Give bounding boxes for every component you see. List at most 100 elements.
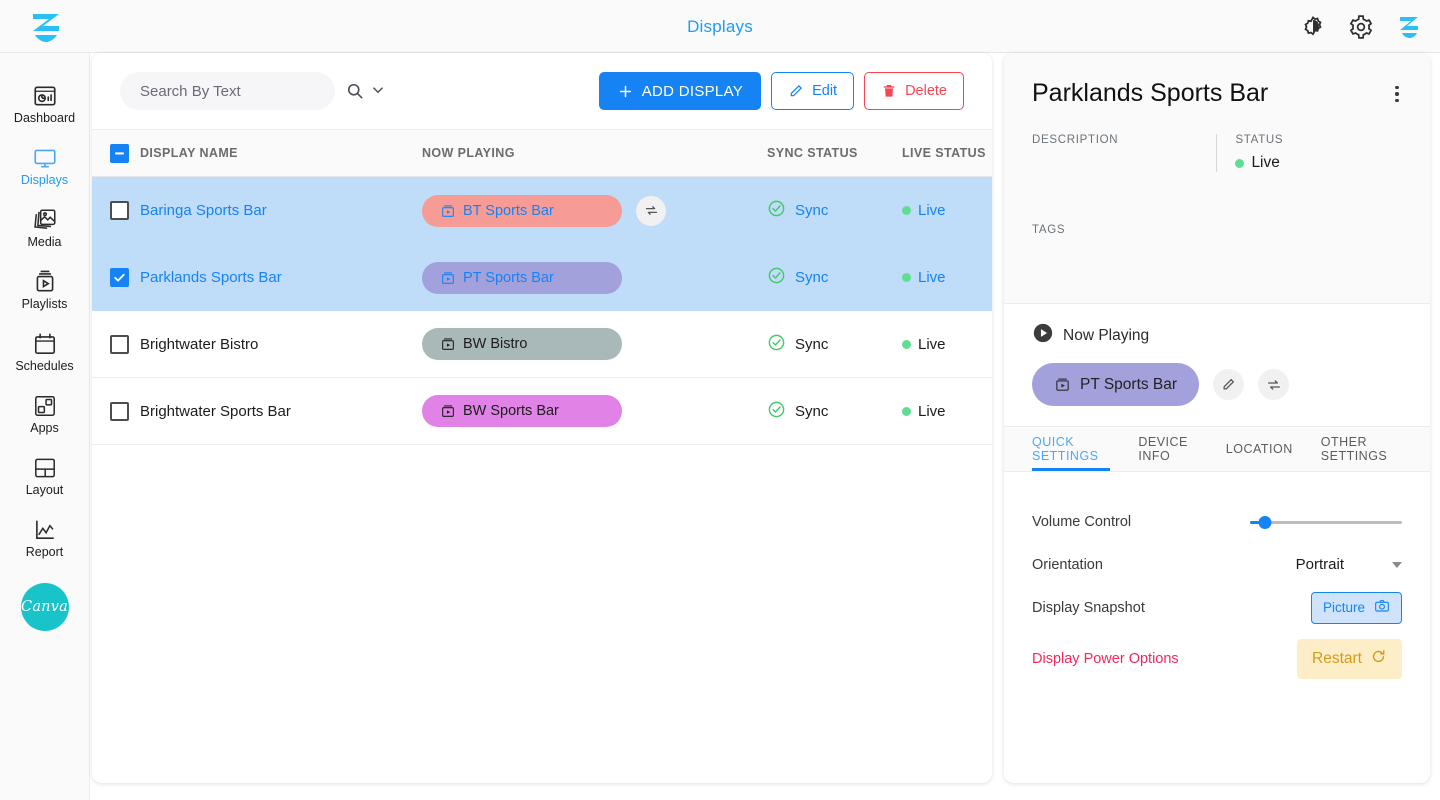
chevron-down-icon[interactable]: [369, 81, 389, 101]
row-checkbox[interactable]: [110, 201, 129, 220]
add-display-label: ADD DISPLAY: [642, 83, 743, 100]
table-row[interactable]: Brightwater Bistro BW Bistro Sync Live: [92, 311, 992, 378]
header-sync-status[interactable]: SYNC STATUS: [767, 146, 902, 160]
tab-quick-settings[interactable]: QUICK SETTINGS: [1032, 427, 1110, 471]
restart-button[interactable]: Restart: [1297, 639, 1402, 679]
more-vertical-icon[interactable]: [1386, 83, 1408, 105]
layout-icon: [32, 455, 58, 481]
live-status-label: Live: [918, 336, 946, 353]
delete-button[interactable]: Delete: [864, 72, 964, 110]
sidebar-item-playlists[interactable]: Playlists: [0, 259, 90, 321]
volume-slider[interactable]: [1250, 513, 1402, 531]
sync-status-label: Sync: [795, 336, 828, 353]
live-status-label: Live: [918, 269, 946, 286]
header-now-playing[interactable]: NOW PLAYING: [422, 146, 767, 160]
sync-status-cell[interactable]: Sync: [767, 266, 902, 289]
sync-check-icon: [767, 266, 786, 289]
display-name-cell[interactable]: Brightwater Bistro: [140, 336, 422, 353]
swap-button[interactable]: [636, 196, 666, 226]
list-toolbar: ADD DISPLAY Edit Delete: [92, 53, 992, 129]
sidebar-item-schedules[interactable]: Schedules: [0, 321, 90, 383]
playlist-chip-icon: [440, 336, 456, 352]
display-name-label: Parklands Sports Bar: [140, 269, 282, 286]
sidebar-item-report[interactable]: Report: [0, 507, 90, 569]
tab-other-settings[interactable]: OTHER SETTINGS: [1321, 427, 1402, 471]
volume-control-row: Volume Control: [1032, 500, 1402, 543]
table-row[interactable]: Parklands Sports Bar PT Sports Bar Sync Liv…: [92, 244, 992, 311]
sync-status-label: Sync: [795, 403, 828, 420]
display-name-cell[interactable]: Parklands Sports Bar: [140, 269, 422, 286]
orientation-select[interactable]: Portrait: [1296, 556, 1402, 573]
tags-label: TAGS: [1032, 224, 1402, 236]
playlist-icon: [32, 269, 58, 295]
orientation-label: Orientation: [1032, 557, 1216, 573]
orientation-slot: Portrait: [1216, 556, 1402, 573]
select-all-cell: [92, 144, 140, 163]
status-block: STATUS Live: [1216, 134, 1402, 172]
edit-button[interactable]: Edit: [771, 72, 854, 110]
live-status-label: Live: [918, 403, 946, 420]
edit-label: Edit: [812, 83, 837, 99]
canva-button[interactable]: Canva: [21, 583, 69, 631]
header-display-name[interactable]: DISPLAY NAME: [140, 146, 422, 160]
add-display-button[interactable]: ADD DISPLAY: [599, 72, 761, 110]
row-checkbox[interactable]: [110, 268, 129, 287]
sidebar-item-media[interactable]: Media: [0, 197, 90, 259]
display-name-cell[interactable]: Baringa Sports Bar: [140, 202, 422, 219]
orientation-row: Orientation Portrait: [1032, 543, 1402, 586]
sidebar-item-label: Layout: [26, 484, 64, 497]
now-playing-chip[interactable]: BW Bistro: [422, 328, 622, 360]
slider-thumb[interactable]: [1259, 516, 1272, 529]
now-playing-chip-label: BW Bistro: [463, 336, 527, 352]
sync-status-cell[interactable]: Sync: [767, 333, 902, 356]
now-playing-chip[interactable]: PT Sports Bar: [422, 262, 622, 294]
search-box[interactable]: [120, 72, 335, 110]
live-dot-icon: [902, 340, 911, 349]
select-all-checkbox[interactable]: [110, 144, 129, 163]
sync-status-cell[interactable]: Sync: [767, 400, 902, 423]
sync-status-cell[interactable]: Sync: [767, 199, 902, 222]
snapshot-label: Display Snapshot: [1032, 600, 1216, 616]
camera-icon: [1374, 598, 1390, 617]
brightness-icon[interactable]: [1300, 14, 1326, 40]
display-name-cell[interactable]: Brightwater Sports Bar: [140, 403, 422, 420]
search-icon[interactable]: [345, 81, 365, 101]
table-row[interactable]: Brightwater Sports Bar BW Sports Bar Sync L…: [92, 378, 992, 445]
now-playing-chip[interactable]: PT Sports Bar: [1032, 363, 1199, 406]
pencil-icon[interactable]: [1213, 369, 1244, 400]
picture-button[interactable]: Picture: [1311, 592, 1402, 624]
row-checkbox[interactable]: [110, 402, 129, 421]
display-name-label: Brightwater Sports Bar: [140, 403, 291, 420]
now-playing-chip[interactable]: BT Sports Bar: [422, 195, 622, 227]
swap-icon[interactable]: [1258, 369, 1289, 400]
sync-status-label: Sync: [795, 202, 828, 219]
gear-icon[interactable]: [1348, 14, 1374, 40]
now-playing-header: Now Playing: [1032, 322, 1402, 349]
now-playing-chip[interactable]: BW Sports Bar: [422, 395, 622, 427]
chart-line-icon: [32, 517, 58, 543]
live-status-label: Live: [918, 202, 946, 219]
search-input[interactable]: [138, 82, 341, 101]
table-header-row: DISPLAY NAME NOW PLAYING SYNC STATUS LIV…: [92, 129, 992, 177]
sidebar-item-layout[interactable]: Layout: [0, 445, 90, 507]
tab-location[interactable]: LOCATION: [1226, 427, 1293, 471]
refresh-icon: [1370, 648, 1387, 670]
status-label: STATUS: [1235, 134, 1402, 146]
restart-slot: Restart: [1216, 639, 1402, 679]
tab-device-info[interactable]: DEVICE INFO: [1138, 427, 1197, 471]
picture-label: Picture: [1323, 600, 1365, 615]
account-logo-icon[interactable]: [1396, 14, 1422, 40]
playlist-chip-icon: [1054, 376, 1071, 393]
table-row[interactable]: Baringa Sports BarBT Sports Bar Sync Live: [92, 177, 992, 244]
power-options-row: Display Power Options Restart: [1032, 637, 1402, 680]
volume-slot: [1216, 513, 1402, 531]
row-checkbox[interactable]: [110, 335, 129, 354]
now-playing-chip-label: PT Sports Bar: [1080, 376, 1177, 394]
sidebar-item-dashboard[interactable]: Dashboard: [0, 73, 90, 135]
power-options-label[interactable]: Display Power Options: [1032, 651, 1216, 667]
sidebar: Dashboard Displays Media: [0, 53, 90, 800]
sidebar-item-displays[interactable]: Displays: [0, 135, 90, 197]
header-live-status[interactable]: LIVE STATUS: [902, 146, 992, 160]
sidebar-item-apps[interactable]: Apps: [0, 383, 90, 445]
description-label: DESCRIPTION: [1032, 134, 1216, 146]
